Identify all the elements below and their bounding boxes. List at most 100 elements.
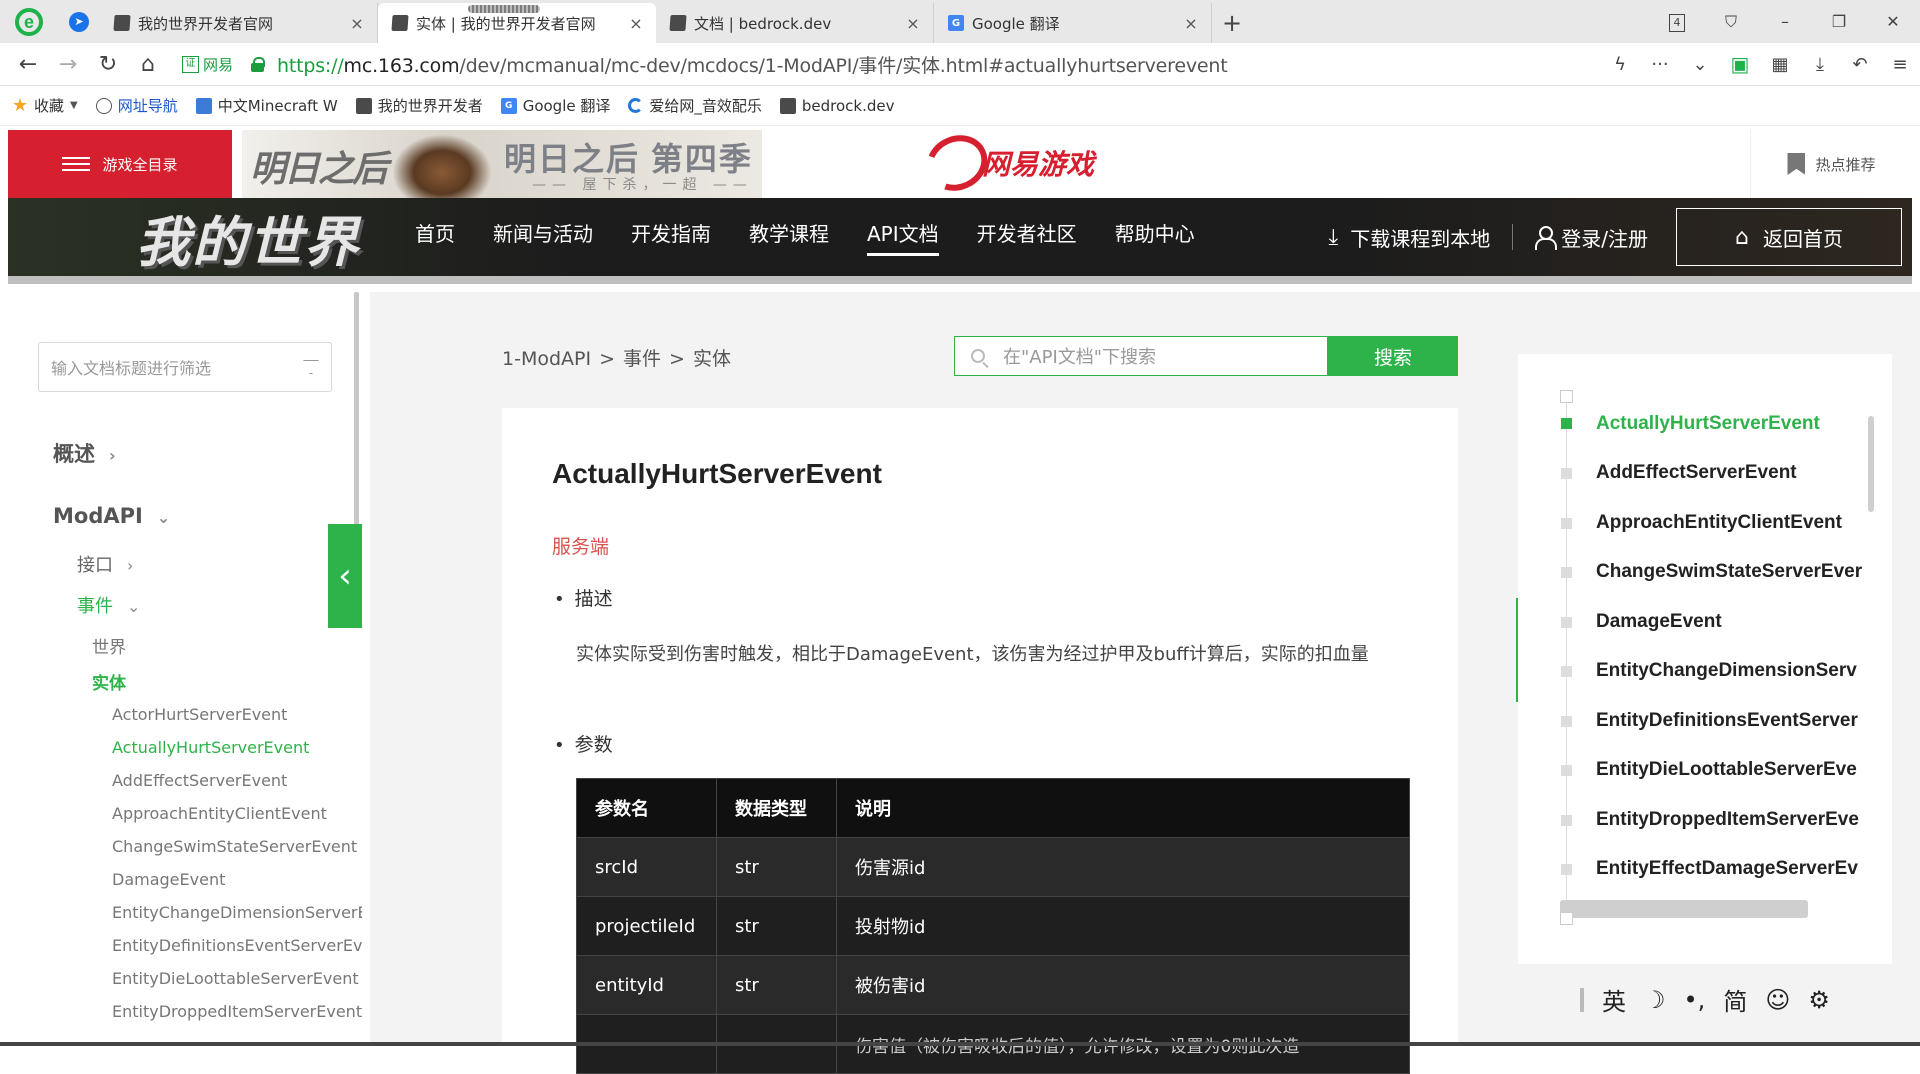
tree-event-item[interactable]: EntityChangeDimensionServerEve	[112, 903, 362, 922]
tab-close-icon[interactable]: ×	[347, 14, 367, 33]
tab-close-icon[interactable]: ×	[1181, 14, 1201, 33]
new-tab-button[interactable]: +	[1212, 3, 1252, 43]
tab-3[interactable]: 文档 | bedrock.dev ×	[656, 3, 934, 43]
moon-icon[interactable]: ☽	[1644, 986, 1666, 1014]
ime-simplified-toggle[interactable]: 简	[1723, 982, 1747, 1017]
tree-event-item-active[interactable]: ActuallyHurtServerEvent	[112, 738, 309, 757]
collapse-sidebar-button[interactable]: ‹	[328, 524, 362, 628]
netease-games-logo[interactable]: 网易游戏	[926, 136, 1094, 190]
tree-event-item[interactable]: ApproachEntityClientEvent	[112, 804, 327, 823]
forward-button[interactable]: →	[48, 52, 88, 77]
tab-close-icon[interactable]: ×	[626, 14, 646, 33]
home-button[interactable]: ⌂	[128, 52, 168, 77]
chevron-down-icon[interactable]: ⌄	[1680, 54, 1720, 75]
tree-event-item[interactable]: EntityDieLoottableServerEvent	[112, 969, 359, 988]
toc-item-active[interactable]: ActuallyHurtServerEvent	[1596, 413, 1866, 435]
sidebar-scrollbar[interactable]	[354, 292, 359, 548]
nav-api-docs[interactable]: API文档	[867, 218, 939, 256]
restore-button[interactable]: ❐	[1812, 12, 1866, 31]
wechat-icon[interactable]: ▣	[1720, 52, 1760, 76]
minecraft-logo[interactable]: 我的世界	[136, 198, 386, 277]
bookmark-google-translate[interactable]: GGoogle 翻译	[501, 95, 611, 116]
menu-icon[interactable]: ≡	[1880, 54, 1920, 75]
toc-item[interactable]: ApproachEntityClientEvent	[1596, 512, 1866, 534]
bookmark-nav[interactable]: 网址导航	[96, 95, 178, 116]
game-directory-button[interactable]: 游戏全目录	[8, 130, 232, 198]
toc-item[interactable]: EntityChangeDimensionServ	[1596, 660, 1866, 682]
ime-drag-handle[interactable]	[1580, 988, 1584, 1012]
search-button[interactable]: 搜索	[1328, 336, 1458, 376]
url-field[interactable]: 证网易 https://mc.163.com/dev/mcmanual/mc-d…	[182, 47, 1600, 81]
doc-filter-input[interactable]: 输入文档标题进行筛选	[38, 342, 332, 392]
hot-recommend-button[interactable]: 热点推荐	[1750, 130, 1912, 198]
lightning-icon[interactable]: ϟ	[1600, 54, 1640, 75]
tree-label: ModAPI	[53, 504, 143, 528]
ime-language-toggle[interactable]: 英	[1602, 982, 1626, 1017]
tree-item-world[interactable]: 世界	[92, 633, 126, 658]
tab-2-active[interactable]: 实体 | 我的世界开发者官网 ×	[378, 3, 656, 43]
nav-community[interactable]: 开发者社区	[977, 218, 1077, 256]
login-button[interactable]: 登录/注册	[1535, 223, 1648, 252]
tree-event-item[interactable]: DamageEvent	[112, 870, 225, 889]
nav-help[interactable]: 帮助中心	[1115, 218, 1195, 256]
toc-item[interactable]: DamageEvent	[1596, 611, 1866, 633]
ime-toolbar: 英 ☽ •, 简 ☺ ⚙	[1580, 982, 1830, 1017]
search-input[interactable]: 在"API文档"下搜索	[954, 336, 1328, 376]
bookmark-bedrock-dev[interactable]: bedrock.dev	[780, 97, 895, 115]
download-icon[interactable]: ⤓	[1800, 54, 1840, 75]
toc-dot	[1561, 716, 1572, 727]
toc-item[interactable]: EntityDieLoottableServerEve	[1596, 759, 1866, 781]
tab-close-icon[interactable]: ×	[903, 14, 923, 33]
return-home-button[interactable]: ⌂返回首页	[1676, 208, 1902, 266]
url-text: https://mc.163.com/dev/mcmanual/mc-dev/m…	[277, 51, 1227, 78]
close-window-button[interactable]: ✕	[1866, 12, 1920, 31]
toc-item[interactable]: EntityDroppedItemServerEve	[1596, 809, 1866, 831]
reload-button[interactable]: ↻	[88, 52, 128, 77]
toc-horizontal-scrollbar[interactable]	[1560, 900, 1808, 918]
toc-item[interactable]: ChangeSwimStateServerEver	[1596, 561, 1866, 583]
breadcrumb-item[interactable]: 事件	[623, 348, 661, 370]
download-label: 下载课程到本地	[1350, 223, 1490, 252]
tree-event-item[interactable]: AddEffectServerEvent	[112, 771, 287, 790]
tree-item-overview[interactable]: 概述›	[53, 438, 116, 468]
certificate-badge[interactable]: 证网易	[182, 54, 233, 75]
nav-courses[interactable]: 教学课程	[749, 218, 829, 256]
pinned-tab-icon[interactable]: ➤	[58, 0, 100, 43]
tree-item-modapi[interactable]: ModAPI⌄	[53, 504, 170, 528]
gear-icon[interactable]: ⚙	[1808, 986, 1830, 1014]
nav-news[interactable]: 新闻与活动	[493, 218, 593, 256]
emoji-icon[interactable]: ☺	[1765, 986, 1790, 1014]
tab-4[interactable]: G Google 翻译 ×	[934, 3, 1212, 43]
more-icon[interactable]: ···	[1640, 54, 1680, 75]
shirt-icon[interactable]: ⛉	[1704, 12, 1758, 32]
bookmark-favorites[interactable]: ★收藏▼	[12, 95, 78, 116]
tab-count-button[interactable]: 4	[1650, 11, 1704, 32]
bookmark-dev-site[interactable]: 我的世界开发者	[356, 95, 483, 116]
chevron-right-icon: ›	[109, 446, 116, 465]
tab-1[interactable]: 我的世界开发者官网 ×	[100, 3, 378, 43]
punctuation-icon[interactable]: •,	[1684, 986, 1706, 1014]
promo-banner[interactable]: 明日之后 明日之后 第四季 —— 屋下杀，一超 ——	[242, 130, 762, 198]
download-courses-button[interactable]: ⤓下载课程到本地	[1329, 224, 1514, 250]
minimize-button[interactable]: –	[1758, 12, 1812, 31]
tree-event-item[interactable]: EntityDefinitionsEventServerEven	[112, 936, 362, 955]
toc-item[interactable]: EntityEffectDamageServerEv	[1596, 858, 1866, 880]
tree-item-interface[interactable]: 接口›	[77, 551, 133, 577]
bookmark-aigei[interactable]: 爱给网_音效配乐	[628, 95, 762, 116]
toc-vertical-scrollbar[interactable]	[1868, 416, 1874, 512]
tree-event-item[interactable]: ActorHurtServerEvent	[112, 705, 287, 724]
nav-dev-guide[interactable]: 开发指南	[631, 218, 711, 256]
tree-item-events[interactable]: 事件⌄	[77, 592, 140, 618]
tree-event-item[interactable]: EntityDroppedItemServerEvent	[112, 1002, 362, 1021]
tree-item-entity[interactable]: 实体	[92, 669, 126, 694]
toc-item[interactable]: EntityDefinitionsEventServer	[1596, 710, 1866, 732]
toc-item[interactable]: AddEffectServerEvent	[1596, 462, 1866, 484]
undo-icon[interactable]: ↶	[1840, 54, 1880, 75]
apps-grid-icon[interactable]: ▦	[1760, 54, 1800, 75]
breadcrumb-item[interactable]: 1-ModAPI	[502, 348, 591, 370]
bookmark-minecraft-wiki[interactable]: 中文Minecraft W	[196, 95, 338, 116]
tree-event-item[interactable]: ChangeSwimStateServerEvent	[112, 837, 357, 856]
browser-logo-icon[interactable]: e	[0, 0, 58, 43]
back-button[interactable]: ←	[8, 52, 48, 77]
nav-home[interactable]: 首页	[415, 218, 455, 256]
